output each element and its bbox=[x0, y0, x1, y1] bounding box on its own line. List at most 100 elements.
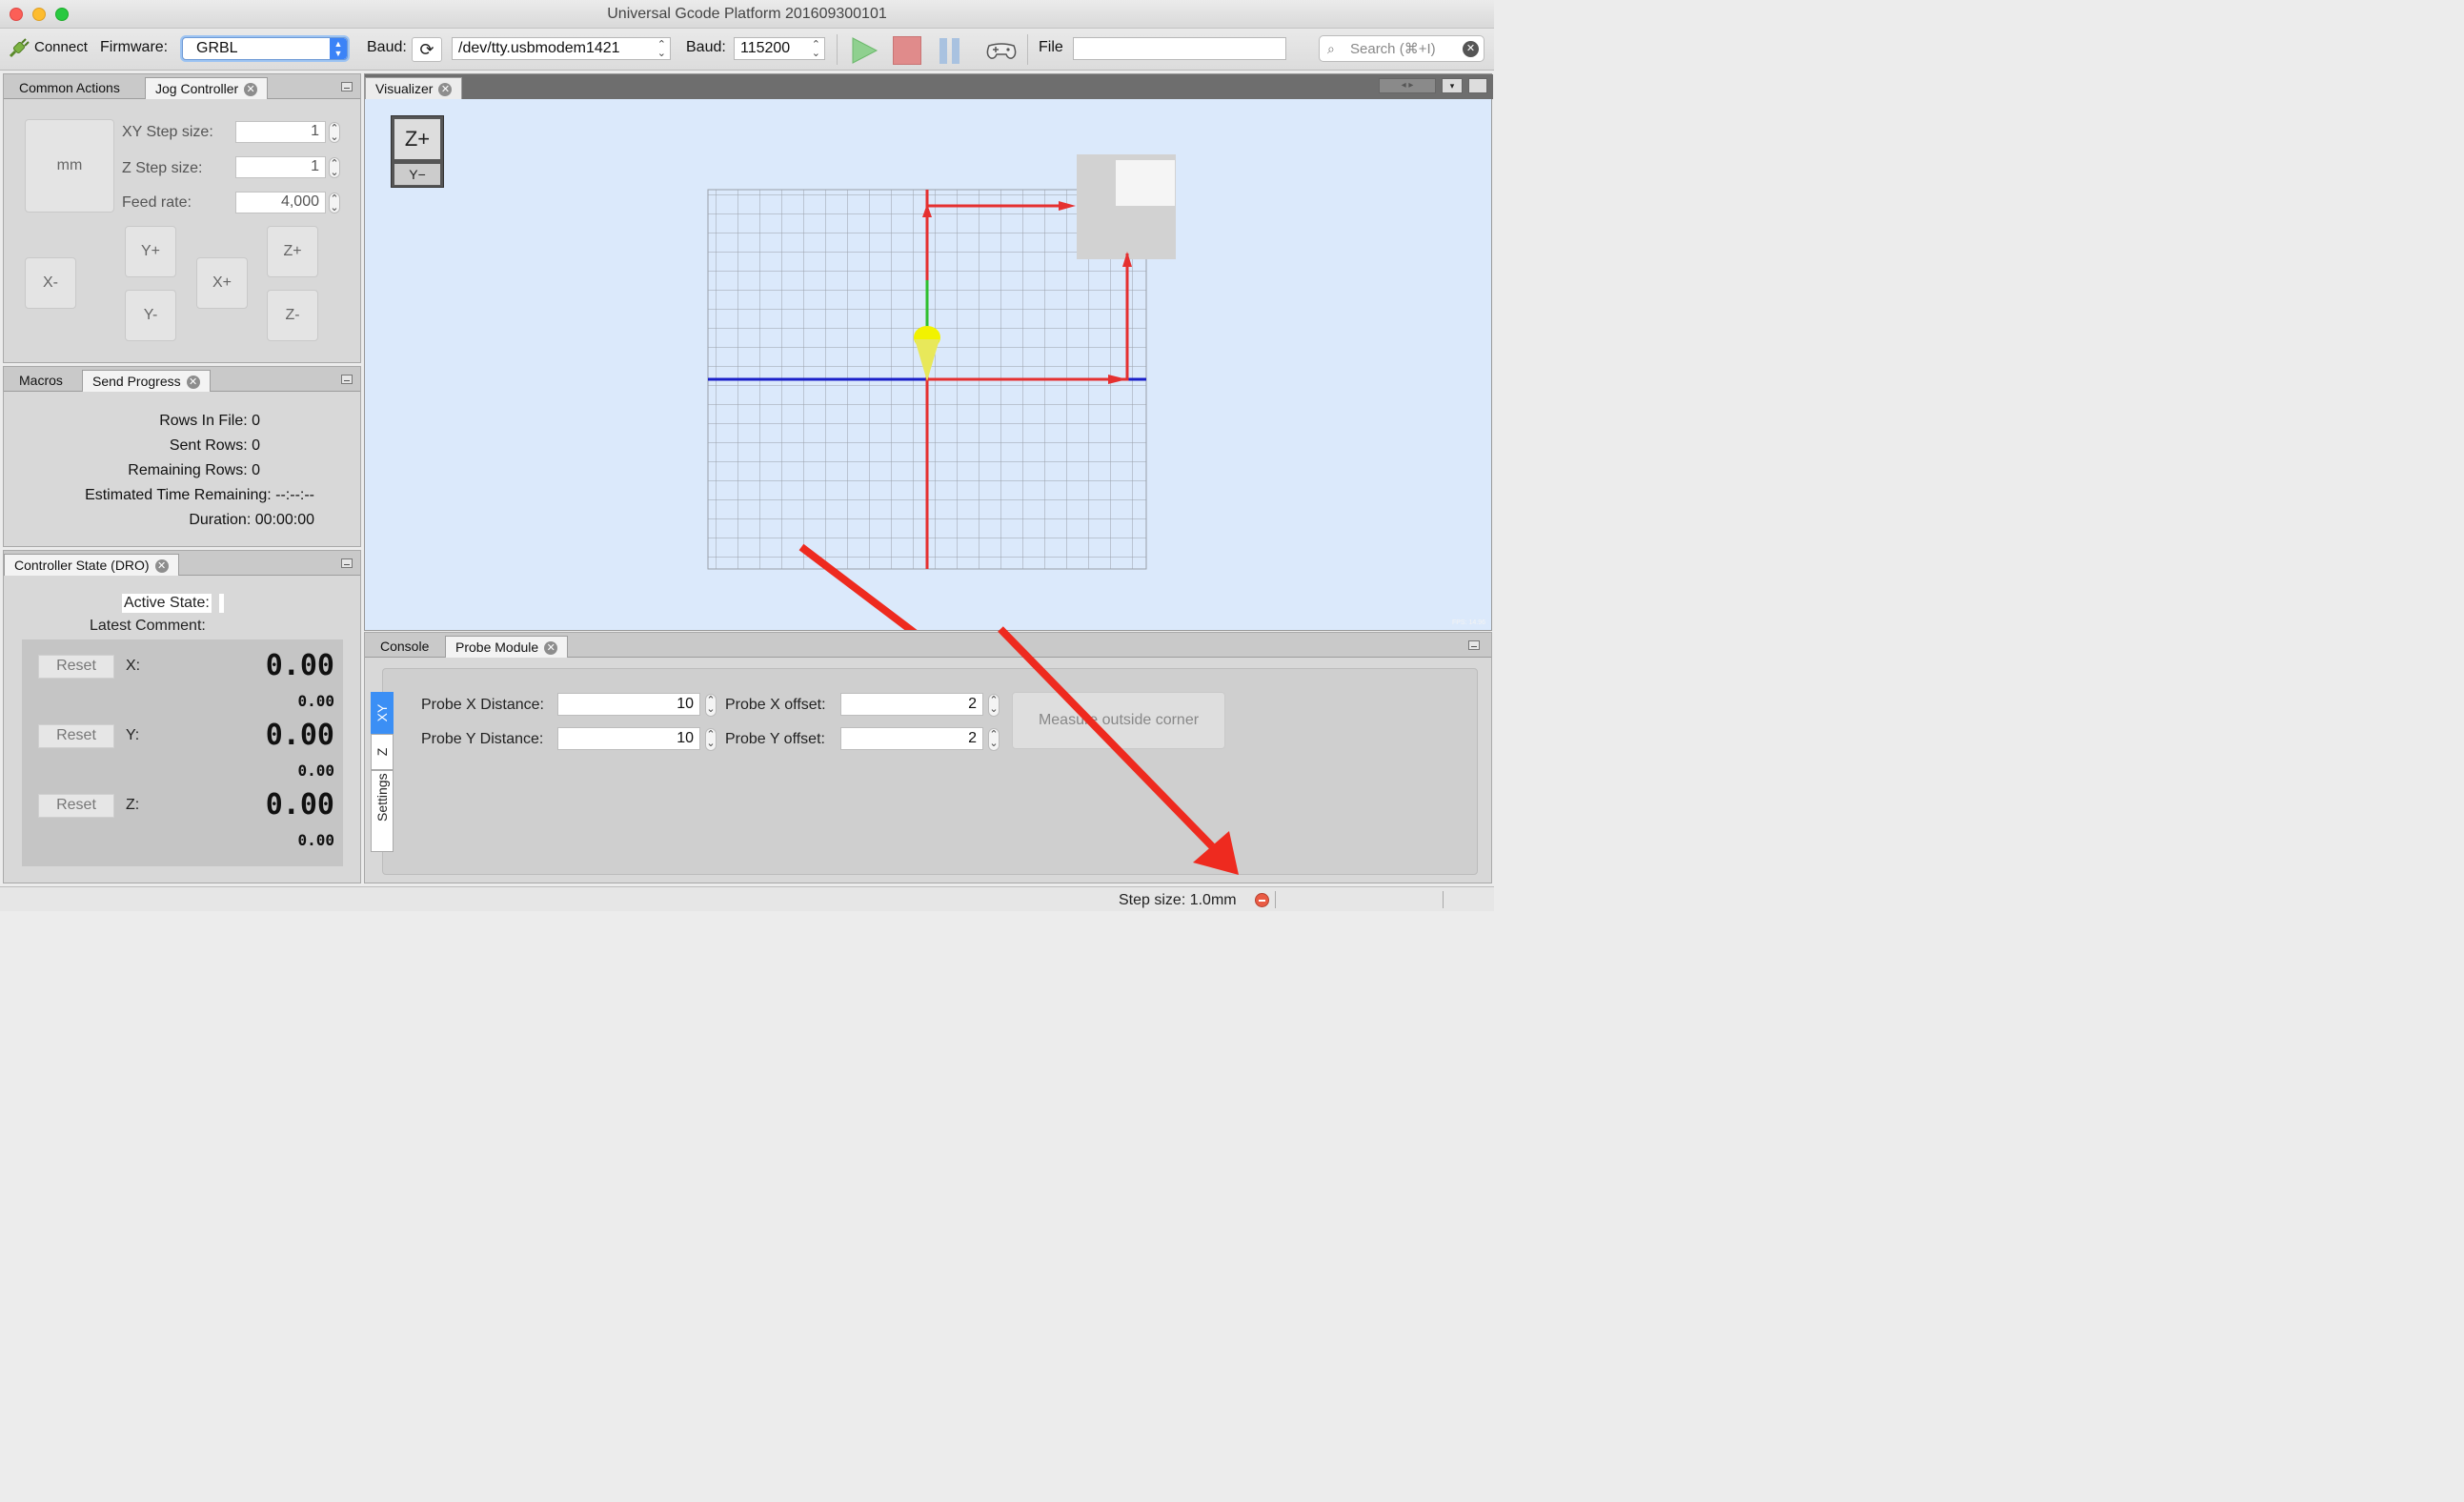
play-icon[interactable] bbox=[850, 36, 879, 69]
unit-toggle-button[interactable]: mm bbox=[25, 119, 114, 213]
active-state-label: Active State: bbox=[122, 594, 212, 613]
probe-y-offset-input[interactable]: 2 bbox=[840, 727, 983, 750]
reset-y-button[interactable]: Reset bbox=[38, 724, 114, 748]
tab-probe-module-label: Probe Module bbox=[455, 639, 539, 655]
probe-y-distance-spinner[interactable]: ⌃ ⌄ bbox=[705, 728, 717, 751]
baud-select[interactable]: 115200 ⌃ ⌄ bbox=[734, 37, 825, 60]
minimize-panel-icon[interactable] bbox=[341, 558, 353, 568]
pause-icon[interactable] bbox=[938, 36, 962, 69]
feed-rate-input[interactable]: 4,000 bbox=[235, 192, 326, 213]
axis-y-label: Y: bbox=[126, 727, 140, 743]
probe-y-distance-label: Probe Y Distance: bbox=[421, 731, 544, 747]
jog-y-minus-button[interactable]: Y- bbox=[125, 290, 176, 341]
connect-plug-icon[interactable] bbox=[8, 38, 30, 59]
tab-jog-controller-label: Jog Controller bbox=[155, 81, 239, 96]
jog-z-minus-button[interactable]: Z- bbox=[267, 290, 318, 341]
active-state-value bbox=[219, 594, 224, 613]
toolbar: Connect Firmware: GRBL ▲ ▼ Baud: ⟳ /dev/t… bbox=[0, 29, 1494, 71]
probe-x-offset-input[interactable]: 2 bbox=[840, 693, 983, 716]
probe-content: XY Z Settings Probe X Distance: 10 ⌃ ⌄ Pr… bbox=[371, 668, 1478, 875]
tab-visualizer-label: Visualizer bbox=[375, 81, 434, 96]
chevron-updown-icon[interactable]: ▲ ▼ bbox=[330, 38, 347, 59]
probe-y-offset-spinner[interactable]: ⌃ ⌄ bbox=[988, 728, 1000, 751]
search-icon: ⌕ bbox=[1327, 41, 1335, 56]
side-tab-xy[interactable]: XY bbox=[371, 692, 394, 734]
close-tab-icon[interactable]: ✕ bbox=[544, 641, 558, 655]
side-tab-z[interactable]: Z bbox=[371, 734, 394, 770]
close-tab-icon[interactable]: ✕ bbox=[186, 376, 200, 389]
probe-x-offset-label: Probe X offset: bbox=[725, 697, 826, 713]
dro-tabbar: Controller State (DRO) ✕ bbox=[4, 551, 360, 576]
reset-x-button[interactable]: Reset bbox=[38, 655, 114, 679]
firmware-value: GRBL bbox=[196, 40, 238, 56]
tab-controller-state-label: Controller State (DRO) bbox=[14, 558, 150, 573]
tab-console[interactable]: Console bbox=[371, 636, 438, 658]
firmware-label: Firmware: bbox=[100, 39, 169, 55]
file-input[interactable] bbox=[1073, 37, 1286, 60]
z-machine-position: 0.00 bbox=[297, 831, 334, 849]
gamepad-icon[interactable] bbox=[985, 40, 1018, 65]
visualizer-tabbar: Visualizer ✕ ◂ ▸ ▾ bbox=[365, 74, 1493, 99]
tab-macros[interactable]: Macros bbox=[10, 370, 72, 392]
tab-scroll-arrows[interactable]: ◂ ▸ bbox=[1379, 78, 1436, 93]
jog-x-plus-button[interactable]: X+ bbox=[196, 257, 248, 309]
xy-step-spinner[interactable]: ⌃ ⌄ bbox=[329, 122, 340, 143]
jog-y-plus-button[interactable]: Y+ bbox=[125, 226, 176, 277]
probe-x-distance-input[interactable]: 10 bbox=[557, 693, 700, 716]
status-bar: Step size: 1.0mm bbox=[0, 886, 1494, 911]
tab-probe-module[interactable]: Probe Module ✕ bbox=[445, 636, 569, 658]
chevron-updown-icon[interactable]: ⌃ ⌄ bbox=[812, 40, 820, 59]
estimated-time: Estimated Time Remaining: --:--:-- bbox=[85, 487, 314, 503]
search-box[interactable]: ⌕ Search (⌘+I) ✕ bbox=[1319, 35, 1484, 62]
visualizer-canvas[interactable]: Z+ Y− FPS: 14.96 bbox=[365, 99, 1491, 630]
dro-axes: Reset X: 0.00 0.00 Reset Y: 0.00 0.00 Re… bbox=[22, 639, 343, 866]
probe-x-offset-spinner[interactable]: ⌃ ⌄ bbox=[988, 694, 1000, 717]
close-tab-icon[interactable]: ✕ bbox=[154, 559, 169, 573]
reset-z-button[interactable]: Reset bbox=[38, 794, 114, 818]
tab-send-progress[interactable]: Send Progress ✕ bbox=[82, 370, 211, 392]
clear-search-icon[interactable]: ✕ bbox=[1463, 41, 1479, 57]
side-tab-z-label: Z bbox=[374, 747, 390, 757]
measure-outside-corner-button[interactable]: Measure outside corner bbox=[1012, 692, 1225, 749]
maximize-panel-icon[interactable] bbox=[1468, 78, 1487, 93]
tab-visualizer[interactable]: Visualizer ✕ bbox=[365, 77, 463, 99]
feed-rate-spinner[interactable]: ⌃ ⌄ bbox=[329, 193, 340, 213]
port-select[interactable]: /dev/tty.usbmodem1421 ⌃ ⌄ bbox=[452, 37, 671, 60]
connect-button[interactable]: Connect bbox=[34, 39, 88, 55]
tab-send-progress-label: Send Progress bbox=[92, 374, 181, 389]
tab-list-icon[interactable]: ▾ bbox=[1442, 78, 1463, 93]
z-step-input[interactable]: 1 bbox=[235, 156, 326, 178]
baud-value: 115200 bbox=[740, 40, 791, 56]
status-separator bbox=[1275, 891, 1276, 908]
jog-x-minus-button[interactable]: X- bbox=[25, 257, 76, 309]
tab-controller-state[interactable]: Controller State (DRO) ✕ bbox=[4, 554, 179, 576]
refresh-icon[interactable]: ⟳ bbox=[412, 37, 442, 62]
y-machine-position: 0.00 bbox=[297, 761, 334, 780]
xy-step-input[interactable]: 1 bbox=[235, 121, 326, 143]
stop-icon[interactable] bbox=[893, 36, 921, 65]
z-step-spinner[interactable]: ⌃ ⌄ bbox=[329, 157, 340, 178]
firmware-select[interactable]: GRBL ▲ ▼ bbox=[182, 37, 348, 60]
window-title: Universal Gcode Platform 201609300101 bbox=[607, 6, 887, 22]
minimize-panel-icon[interactable] bbox=[1468, 640, 1480, 650]
probe-y-distance-input[interactable]: 10 bbox=[557, 727, 700, 750]
jog-z-plus-button[interactable]: Z+ bbox=[267, 226, 318, 277]
probe-x-distance-spinner[interactable]: ⌃ ⌄ bbox=[705, 694, 717, 717]
chevron-updown-icon[interactable]: ⌃ ⌄ bbox=[657, 40, 666, 59]
z-step-label: Z Step size: bbox=[122, 160, 203, 176]
jog-tabbar: Common Actions Jog Controller ✕ bbox=[4, 74, 360, 99]
minimize-panel-icon[interactable] bbox=[341, 82, 353, 91]
probe-panel: Console Probe Module ✕ XY Z Settings Prob… bbox=[364, 632, 1492, 883]
close-tab-icon[interactable]: ✕ bbox=[244, 83, 258, 96]
side-tab-settings[interactable]: Settings bbox=[371, 770, 394, 852]
tab-jog-controller[interactable]: Jog Controller ✕ bbox=[145, 77, 269, 99]
minimize-panel-icon[interactable] bbox=[341, 375, 353, 384]
duration: Duration: 00:00:00 bbox=[189, 512, 314, 528]
side-tab-xy-label: XY bbox=[374, 703, 390, 722]
jog-panel: Common Actions Jog Controller ✕ mm XY Ste… bbox=[3, 73, 361, 363]
probe-y-offset-label: Probe Y offset: bbox=[725, 731, 825, 747]
tab-common-actions[interactable]: Common Actions bbox=[10, 77, 130, 99]
close-tab-icon[interactable]: ✕ bbox=[438, 83, 453, 96]
dro-panel: Controller State (DRO) ✕ Active State: La… bbox=[3, 550, 361, 883]
axis-x-label: X: bbox=[126, 658, 141, 674]
